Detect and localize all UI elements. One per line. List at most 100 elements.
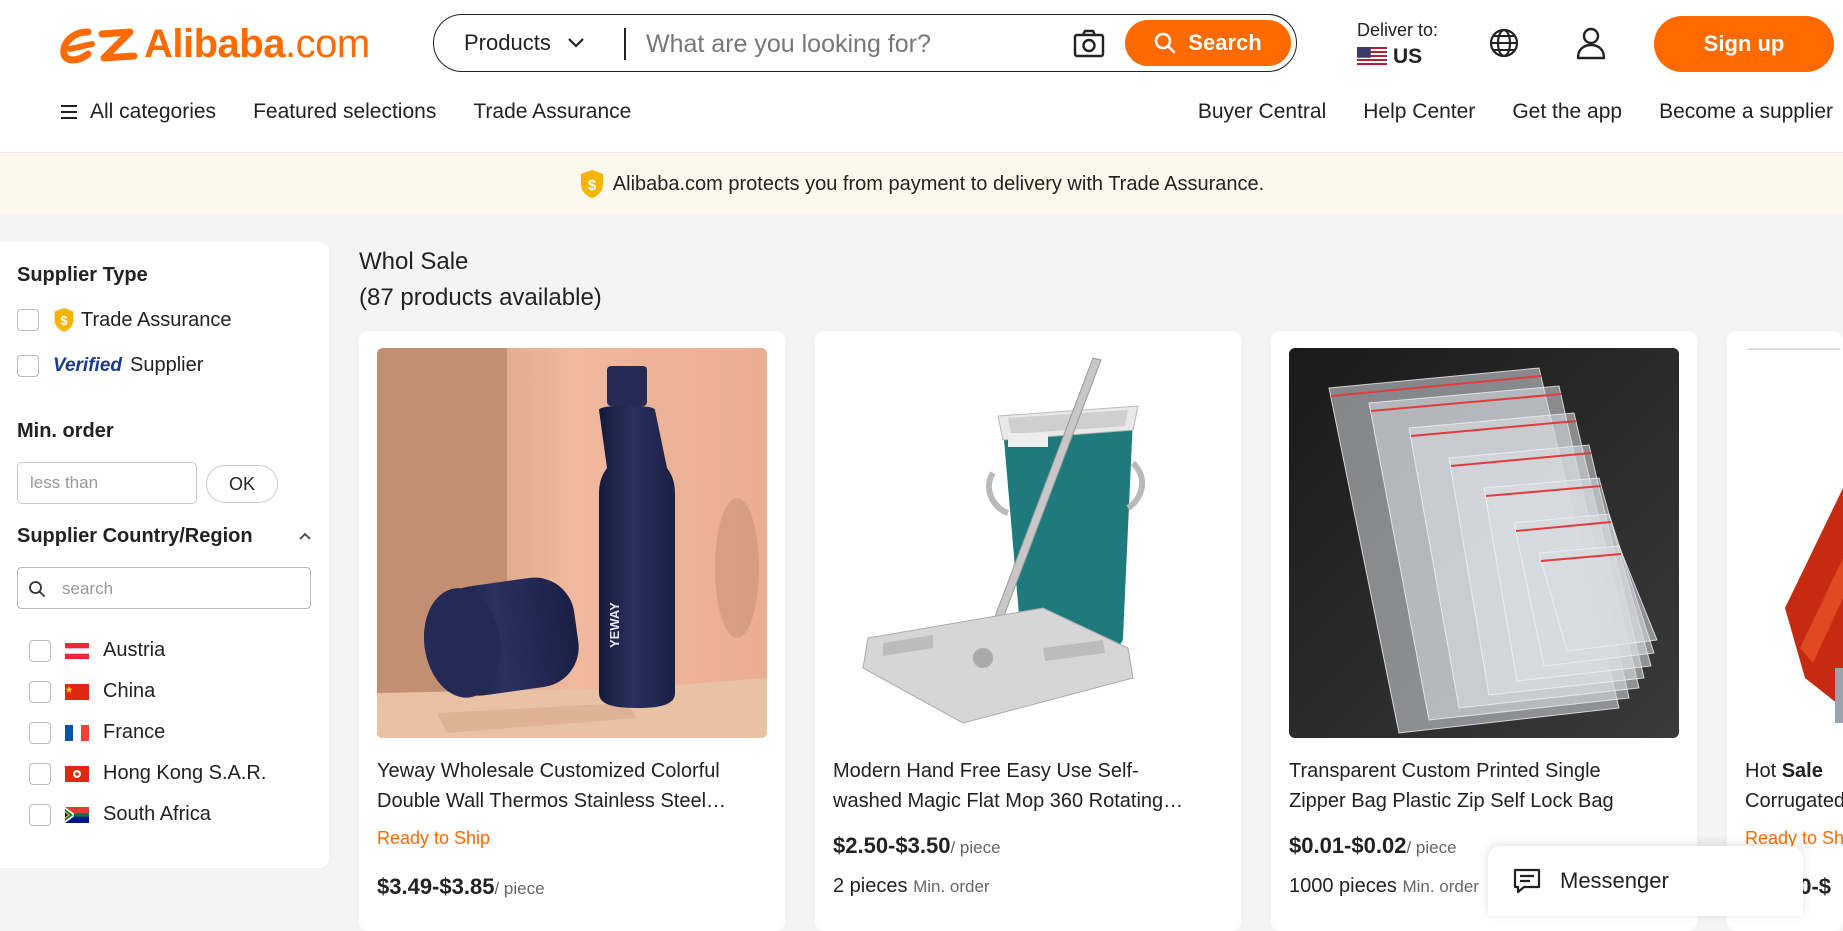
filter-verified-supplier-label: Supplier (130, 354, 204, 376)
search-input[interactable] (644, 23, 978, 65)
deliver-country: US (1393, 45, 1423, 68)
price-value: $3.49-$3.85 (377, 874, 495, 899)
min-order-quantity: 2 pieces Min. order (833, 875, 990, 898)
results-query: Whol Sale (359, 248, 469, 275)
nav-featured-selections[interactable]: Featured selections (253, 100, 436, 124)
product-title-line: Transparent Custom Printed Single (1289, 760, 1601, 782)
menu-icon (61, 105, 77, 119)
price-unit: / piece (950, 838, 1001, 857)
filter-sidebar: Supplier Type $ Trade Assurance Verified… (0, 242, 329, 868)
filter-country-china[interactable]: China (29, 680, 155, 703)
search-icon (1154, 32, 1176, 54)
country-search-input[interactable] (60, 574, 304, 604)
checkbox[interactable] (17, 354, 39, 377)
search-category-dropdown[interactable]: Products (464, 15, 585, 71)
messenger-button[interactable]: Messenger (1488, 846, 1803, 916)
nav-trade-assurance[interactable]: Trade Assurance (473, 100, 631, 124)
product-image[interactable] (833, 348, 1223, 738)
product-card[interactable]: Hot Sale Corrugated Ready to Sh 00-$ (1727, 331, 1843, 931)
trade-assurance-icon: $ (54, 308, 74, 332)
search-button-label: Search (1188, 30, 1262, 55)
checkbox[interactable] (29, 680, 51, 703)
product-title-line: washed Magic Flat Mop 360 Rotating… (833, 790, 1184, 812)
moq-value: 2 pieces (833, 875, 908, 897)
china-flag-icon (65, 683, 89, 700)
product-image-zip-bags (1289, 348, 1679, 738)
product-title[interactable]: Transparent Custom Printed Single Zipper… (1289, 756, 1674, 816)
globe-icon[interactable] (1488, 27, 1520, 59)
search-divider (624, 28, 626, 60)
messenger-label: Messenger (1560, 868, 1669, 893)
deliver-to[interactable]: Deliver to: US (1357, 20, 1438, 69)
country-label: Austria (103, 639, 166, 661)
product-title-prefix: Hot (1745, 760, 1782, 782)
france-flag-icon (65, 724, 89, 741)
product-title-line: Modern Hand Free Easy Use Self- (833, 760, 1139, 782)
nav-help-center[interactable]: Help Center (1363, 100, 1475, 124)
product-card[interactable]: YEWAY Yeway Wholesale Customized Colorfu… (359, 331, 785, 931)
country-label: France (103, 721, 166, 743)
moq-label: Min. order (1402, 877, 1479, 896)
bottle-brand-text: YEWAY (607, 602, 622, 648)
price-value: $0.01-$0.02 (1289, 833, 1407, 858)
filter-verified-supplier[interactable]: Verified Supplier (17, 354, 203, 377)
nav-all-categories[interactable]: All categories (60, 100, 216, 124)
camera-icon[interactable] (1072, 27, 1106, 61)
min-order-input[interactable] (17, 462, 197, 504)
chevron-up-icon[interactable] (297, 528, 313, 544)
signup-button[interactable]: Sign up (1654, 16, 1834, 72)
nav-right: Buyer Central Help Center Get the app Be… (1198, 100, 1833, 124)
product-title-line: Zipper Bag Plastic Zip Self Lock Bag (1289, 790, 1614, 812)
checkbox[interactable] (29, 762, 51, 785)
supplier-type-heading: Supplier Type (17, 264, 148, 286)
verified-badge: Verified (53, 354, 122, 376)
logo-suffix: .com (284, 22, 370, 66)
product-title[interactable]: Modern Hand Free Easy Use Self- washed M… (833, 756, 1218, 816)
product-price: $3.49-$3.85/ piece (377, 874, 545, 900)
nav-buyer-central[interactable]: Buyer Central (1198, 100, 1326, 124)
checkbox[interactable] (17, 309, 39, 331)
filter-country-austria[interactable]: Austria (29, 639, 165, 662)
min-order-heading: Min. order (17, 420, 114, 442)
min-order-ok-button[interactable]: OK (206, 465, 278, 503)
results-count: (87 products available) (359, 284, 602, 311)
search-bar: Products Search (433, 14, 1297, 72)
nav-all-categories-label: All categories (90, 100, 217, 123)
country-label: South Africa (103, 803, 211, 825)
us-flag-icon (1357, 47, 1387, 67)
user-icon[interactable] (1573, 25, 1609, 61)
product-image[interactable] (1289, 348, 1679, 738)
product-image[interactable] (1745, 348, 1843, 738)
product-image-bottles: YEWAY (377, 348, 767, 738)
product-title[interactable]: Hot Sale Corrugated (1745, 756, 1843, 816)
filter-trade-assurance[interactable]: $ Trade Assurance (17, 307, 231, 333)
alibaba-logo[interactable]: Alibaba.com (58, 22, 370, 67)
nav-get-the-app[interactable]: Get the app (1512, 100, 1622, 124)
moq-label: Min. order (913, 877, 990, 896)
moq-value: 1000 pieces (1289, 875, 1397, 897)
country-label: Hong Kong S.A.R. (103, 762, 267, 784)
filter-trade-assurance-label: Trade Assurance (81, 308, 232, 331)
hong-kong-flag-icon (65, 765, 89, 782)
filter-country-south-africa[interactable]: South Africa (29, 803, 211, 826)
svg-text:$: $ (60, 314, 67, 328)
product-title[interactable]: Yeway Wholesale Customized Colorful Doub… (377, 756, 762, 816)
checkbox[interactable] (29, 721, 51, 744)
country-search-box (17, 567, 311, 609)
checkbox[interactable] (29, 803, 51, 826)
product-title-line: Corrugated (1745, 790, 1843, 812)
checkbox[interactable] (29, 639, 51, 662)
product-price: $2.50-$3.50/ piece (833, 833, 1001, 859)
product-title-keyword: Sale (1781, 760, 1823, 782)
header: Alibaba.com Products Search Deliver to: (0, 0, 1843, 153)
product-card[interactable]: Modern Hand Free Easy Use Self- washed M… (815, 331, 1241, 931)
search-button[interactable]: Search (1125, 20, 1291, 66)
product-card[interactable]: Transparent Custom Printed Single Zipper… (1271, 331, 1697, 931)
product-image[interactable]: YEWAY (377, 348, 767, 738)
country-region-heading[interactable]: Supplier Country/Region (17, 525, 253, 548)
nav-become-supplier[interactable]: Become a supplier (1659, 100, 1833, 124)
product-image-mop (833, 348, 1223, 738)
filter-country-france[interactable]: France (29, 721, 165, 744)
austria-flag-icon (65, 642, 89, 659)
filter-country-hong-kong[interactable]: Hong Kong S.A.R. (29, 762, 266, 785)
